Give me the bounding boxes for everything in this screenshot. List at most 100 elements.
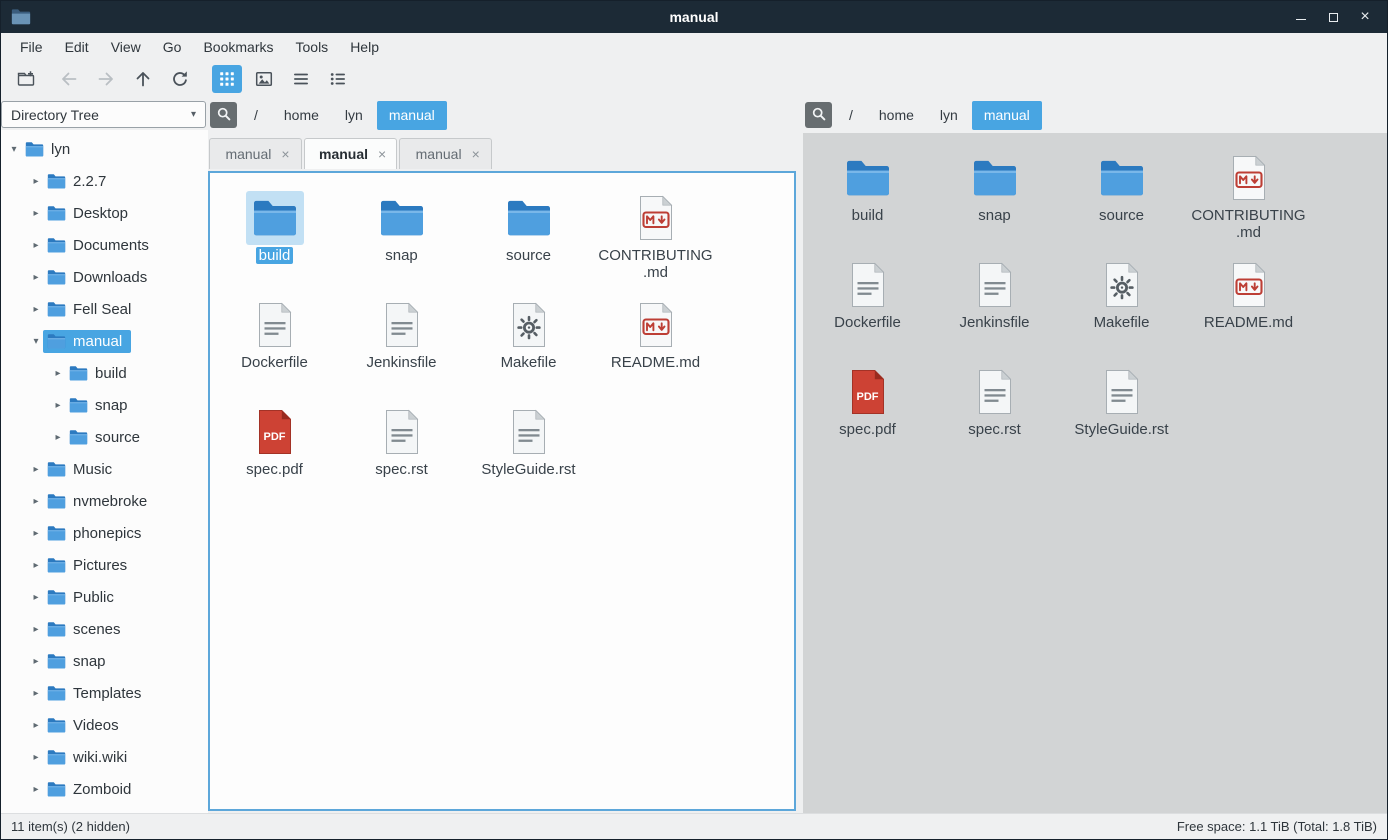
tab-2[interactable]: manual× — [304, 138, 397, 169]
file-item-README.md[interactable]: README.md — [592, 290, 719, 397]
file-item-CONTRIBUTING.md[interactable]: CONTRIBUTING.md — [1185, 143, 1312, 250]
file-item-build[interactable]: build — [804, 143, 931, 250]
caret-collapsed-icon[interactable]: ▸ — [29, 208, 43, 219]
toolbar-compact-view-button[interactable] — [286, 65, 316, 93]
file-item-Makefile[interactable]: Makefile — [465, 290, 592, 397]
menu-edit[interactable]: Edit — [54, 35, 100, 59]
tree-item-Fell Seal[interactable]: ▸Fell Seal — [1, 293, 208, 325]
path-segment-/[interactable]: / — [837, 101, 865, 130]
path-search-button[interactable] — [210, 102, 237, 128]
caret-collapsed-icon[interactable]: ▸ — [29, 304, 43, 315]
path-segment-home[interactable]: home — [272, 101, 331, 130]
tree-item-Downloads[interactable]: ▸Downloads — [1, 261, 208, 293]
file-item-CONTRIBUTING.md[interactable]: CONTRIBUTING.md — [592, 183, 719, 290]
file-item-README.md[interactable]: README.md — [1185, 250, 1312, 357]
caret-collapsed-icon[interactable]: ▸ — [29, 720, 43, 731]
caret-collapsed-icon[interactable]: ▸ — [29, 240, 43, 251]
menu-help[interactable]: Help — [339, 35, 390, 59]
tab-1[interactable]: manual× — [209, 138, 302, 169]
tree-item-lyn[interactable]: ▾lyn — [1, 133, 208, 165]
file-item-Makefile[interactable]: Makefile — [1058, 250, 1185, 357]
file-item-StyleGuide.rst[interactable]: StyleGuide.rst — [465, 397, 592, 504]
tree-item-snap[interactable]: ▸snap — [1, 389, 208, 421]
caret-collapsed-icon[interactable]: ▸ — [29, 688, 43, 699]
tree-item-Music[interactable]: ▸Music — [1, 453, 208, 485]
tree-item-Videos[interactable]: ▸Videos — [1, 709, 208, 741]
maximize-button[interactable] — [1321, 6, 1345, 28]
caret-collapsed-icon[interactable]: ▸ — [29, 496, 43, 507]
tree-item-scenes[interactable]: ▸scenes — [1, 613, 208, 645]
tree-item-2.2.7[interactable]: ▸2.2.7 — [1, 165, 208, 197]
file-item-Dockerfile[interactable]: Dockerfile — [804, 250, 931, 357]
tree-item-wiki.wiki[interactable]: ▸wiki.wiki — [1, 741, 208, 773]
tree-item-phonepics[interactable]: ▸phonepics — [1, 517, 208, 549]
caret-collapsed-icon[interactable]: ▸ — [51, 368, 65, 379]
toolbar-icon-view-button[interactable] — [212, 65, 242, 93]
path-search-button[interactable] — [805, 102, 832, 128]
tree-item-Documents[interactable]: ▸Documents — [1, 229, 208, 261]
file-view-right[interactable]: buildsnapsourceCONTRIBUTING.md Dockerfile… — [803, 133, 1387, 813]
toolbar-detailed-view-button[interactable] — [323, 65, 353, 93]
caret-collapsed-icon[interactable]: ▸ — [51, 400, 65, 411]
file-view-left[interactable]: buildsnapsourceCONTRIBUTING.md Dockerfile… — [208, 171, 796, 811]
caret-collapsed-icon[interactable]: ▸ — [29, 752, 43, 763]
caret-collapsed-icon[interactable]: ▸ — [29, 176, 43, 187]
close-icon[interactable]: × — [281, 146, 289, 162]
menu-go[interactable]: Go — [152, 35, 193, 59]
file-item-snap[interactable]: snap — [931, 143, 1058, 250]
file-item-StyleGuide.rst[interactable]: StyleGuide.rst — [1058, 357, 1185, 464]
file-item-Jenkinsfile[interactable]: Jenkinsfile — [931, 250, 1058, 357]
tree-item-build[interactable]: ▸build — [1, 357, 208, 389]
caret-collapsed-icon[interactable]: ▸ — [29, 656, 43, 667]
caret-collapsed-icon[interactable]: ▸ — [29, 272, 43, 283]
caret-collapsed-icon[interactable]: ▸ — [51, 432, 65, 443]
tree-item-Pictures[interactable]: ▸Pictures — [1, 549, 208, 581]
minimize-button[interactable] — [1289, 6, 1313, 28]
toolbar-back-button[interactable] — [54, 65, 84, 93]
tree-item-Zomboid[interactable]: ▸Zomboid — [1, 773, 208, 805]
caret-collapsed-icon[interactable]: ▸ — [29, 784, 43, 795]
menu-view[interactable]: View — [100, 35, 152, 59]
file-item-spec.rst[interactable]: spec.rst — [338, 397, 465, 504]
file-item-source[interactable]: source — [465, 183, 592, 290]
file-item-Dockerfile[interactable]: Dockerfile — [211, 290, 338, 397]
sidebar-mode-select[interactable]: Directory Tree ▾ — [1, 101, 206, 128]
tree-item-source[interactable]: ▸source — [1, 421, 208, 453]
menu-file[interactable]: File — [9, 35, 54, 59]
tree-item-Public[interactable]: ▸Public — [1, 581, 208, 613]
caret-expanded-icon[interactable]: ▾ — [29, 336, 43, 347]
caret-collapsed-icon[interactable]: ▸ — [29, 528, 43, 539]
file-item-Jenkinsfile[interactable]: Jenkinsfile — [338, 290, 465, 397]
file-item-source[interactable]: source — [1058, 143, 1185, 250]
close-button[interactable]: × — [1353, 6, 1377, 28]
tree-item-snap[interactable]: ▸snap — [1, 645, 208, 677]
path-segment-/[interactable]: / — [242, 101, 270, 130]
toolbar-forward-button[interactable] — [91, 65, 121, 93]
caret-collapsed-icon[interactable]: ▸ — [29, 560, 43, 571]
pane-splitter[interactable] — [796, 97, 803, 813]
caret-collapsed-icon[interactable]: ▸ — [29, 464, 43, 475]
menu-tools[interactable]: Tools — [285, 35, 340, 59]
toolbar-up-button[interactable] — [128, 65, 158, 93]
tree-item-nvmebroke[interactable]: ▸nvmebroke — [1, 485, 208, 517]
path-segment-manual[interactable]: manual — [377, 101, 447, 130]
close-icon[interactable]: × — [472, 146, 480, 162]
toolbar-reload-button[interactable] — [165, 65, 195, 93]
tree-item-Desktop[interactable]: ▸Desktop — [1, 197, 208, 229]
close-icon[interactable]: × — [378, 146, 386, 162]
file-item-spec.pdf[interactable]: PDFspec.pdf — [211, 397, 338, 504]
path-segment-lyn[interactable]: lyn — [928, 101, 970, 130]
file-item-snap[interactable]: snap — [338, 183, 465, 290]
caret-expanded-icon[interactable]: ▾ — [7, 144, 21, 155]
toolbar-thumbnail-view-button[interactable] — [249, 65, 279, 93]
tree-item-Templates[interactable]: ▸Templates — [1, 677, 208, 709]
toolbar-new-tab-button[interactable] — [11, 65, 41, 93]
path-segment-home[interactable]: home — [867, 101, 926, 130]
menu-bookmarks[interactable]: Bookmarks — [192, 35, 284, 59]
path-segment-manual[interactable]: manual — [972, 101, 1042, 130]
tree-item-manual[interactable]: ▾manual — [1, 325, 208, 357]
file-item-build[interactable]: build — [211, 183, 338, 290]
tab-3[interactable]: manual× — [399, 138, 492, 169]
caret-collapsed-icon[interactable]: ▸ — [29, 592, 43, 603]
caret-collapsed-icon[interactable]: ▸ — [29, 624, 43, 635]
